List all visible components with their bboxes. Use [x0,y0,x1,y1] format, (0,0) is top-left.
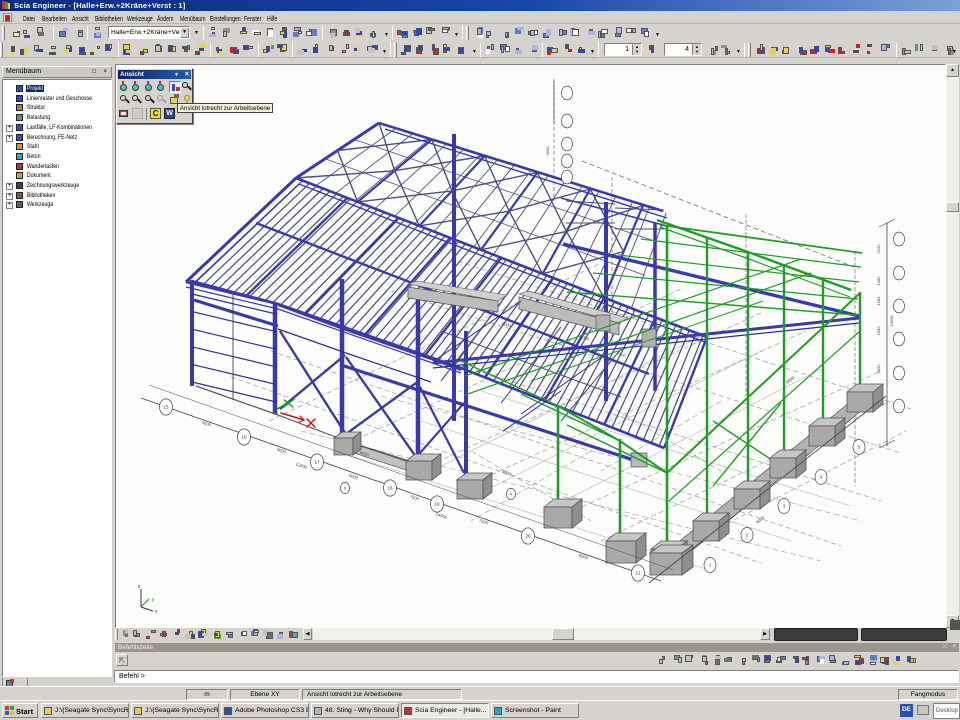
svg-text:x: x [155,609,158,615]
svg-text:1085: 1085 [876,296,881,306]
svg-text:3800: 3800 [876,364,881,374]
svg-text:20: 20 [525,534,531,539]
svg-text:7500: 7500 [478,518,489,526]
svg-text:5000: 5000 [276,447,287,455]
svg-text:1085: 1085 [876,276,881,286]
svg-text:17: 17 [314,460,320,465]
svg-text:2100: 2100 [876,244,881,254]
svg-text:4500: 4500 [201,420,212,428]
svg-text:9000: 9000 [785,375,796,385]
svg-text:18: 18 [387,486,393,491]
svg-text:9000: 9000 [755,515,766,525]
svg-text:7500: 7500 [409,494,420,502]
svg-text:15: 15 [163,405,169,410]
svg-text:z: z [138,584,141,590]
svg-text:22500: 22500 [295,461,308,470]
svg-text:2900: 2900 [876,326,881,336]
svg-text:10035: 10035 [889,315,894,327]
svg-text:9000: 9000 [578,553,589,561]
svg-text:y: y [152,597,155,603]
svg-text:19: 19 [434,502,440,507]
svg-text:3500: 3500 [545,146,550,156]
svg-text:7500: 7500 [616,351,627,359]
svg-text:21: 21 [635,571,641,576]
svg-text:16: 16 [241,435,247,440]
svg-text:24500: 24500 [435,511,448,520]
